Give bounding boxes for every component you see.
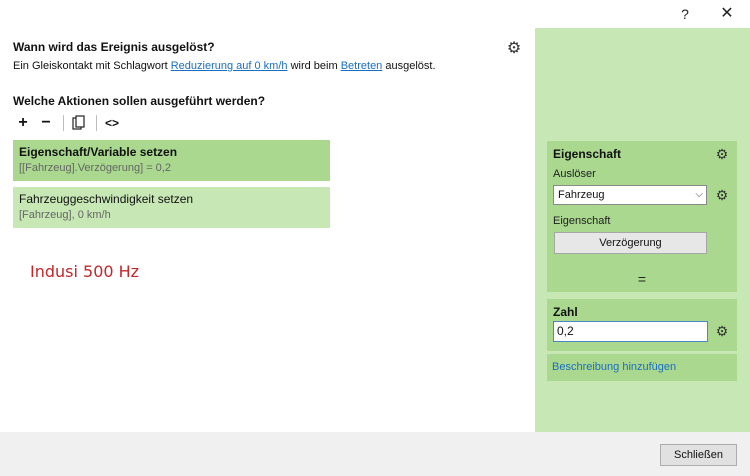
description-box: Beschreibung hinzufügen (547, 354, 737, 381)
code-view-button[interactable]: <> (102, 113, 122, 133)
keyword-link[interactable]: Reduzierung auf 0 km/h (171, 60, 288, 72)
action-subtitle: [Fahrzeug], 0 km/h (19, 209, 111, 221)
close-icon: ✕ (720, 5, 734, 22)
dialog-footer: Schließen (0, 432, 750, 476)
add-description-link[interactable]: Beschreibung hinzufügen (552, 361, 676, 373)
actions-heading: Welche Aktionen sollen ausgeführt werden… (13, 94, 266, 108)
actions-toolbar: + − <> (13, 112, 125, 134)
gear-icon: ⚙ (715, 323, 729, 339)
chevron-down-icon: ⌵ (695, 189, 703, 200)
property-label: Eigenschaft (553, 215, 611, 227)
number-box: Zahl 0,2 ⚙ (547, 299, 737, 351)
remove-action-button[interactable]: − (36, 113, 56, 133)
property-select-button[interactable]: Verzögerung (554, 232, 707, 254)
trigger-desc-suffix: ausgelöst. (382, 60, 436, 72)
trigger-desc-middle: wird beim (287, 60, 341, 72)
trigger-description: Ein Gleiskontakt mit Schlagwort Reduzier… (13, 60, 436, 72)
trigger-heading: Wann wird das Ereignis ausgelöst? (13, 40, 215, 54)
trigger-desc-prefix: Ein Gleiskontakt mit Schlagwort (13, 60, 171, 72)
gear-icon: ⚙ (506, 40, 522, 57)
gear-icon: ⚙ (715, 146, 729, 162)
trigger-select[interactable]: Fahrzeug ⌵ (553, 185, 707, 205)
copy-icon (72, 115, 85, 130)
minus-icon: − (41, 114, 51, 131)
action-item[interactable]: Fahrzeuggeschwindigkeit setzen [Fahrzeug… (13, 187, 330, 228)
number-title: Zahl (553, 305, 578, 319)
gear-icon: ⚙ (715, 187, 729, 203)
number-input[interactable]: 0,2 (553, 321, 708, 342)
action-item[interactable]: Eigenschaft/Variable setzen [[Fahrzeug].… (13, 140, 330, 181)
trigger-settings-button[interactable]: ⚙ (714, 187, 730, 203)
action-subtitle: [[Fahrzeug].Verzögerung] = 0,2 (19, 162, 171, 174)
close-button[interactable]: Schließen (660, 444, 737, 466)
copy-action-button[interactable] (69, 113, 89, 133)
toolbar-separator (96, 115, 97, 131)
event-link[interactable]: Betreten (341, 60, 383, 72)
equals-box: = (547, 266, 737, 292)
property-box: Eigenschaft ⚙ Auslöser Fahrzeug ⌵ ⚙ Eige… (547, 141, 737, 286)
close-window-button[interactable]: ✕ (716, 4, 738, 24)
code-icon: <> (104, 116, 119, 130)
plus-icon: + (18, 114, 28, 131)
action-title: Fahrzeuggeschwindigkeit setzen (19, 192, 194, 206)
property-settings-button[interactable]: ⚙ (714, 146, 730, 162)
property-title: Eigenschaft (553, 147, 622, 161)
properties-panel: Eigenschaft ⚙ Auslöser Fahrzeug ⌵ ⚙ Eige… (535, 28, 750, 432)
trigger-label: Auslöser (553, 168, 596, 180)
toolbar-separator (63, 115, 64, 131)
help-button[interactable]: ? (674, 4, 696, 24)
action-title: Eigenschaft/Variable setzen (19, 145, 178, 159)
add-action-button[interactable]: + (13, 113, 33, 133)
annotation-text: Indusi 500 Hz (30, 262, 140, 281)
number-settings-button[interactable]: ⚙ (714, 323, 730, 339)
trigger-select-value: Fahrzeug (558, 189, 605, 201)
trigger-settings-button[interactable]: ⚙ (505, 40, 523, 58)
